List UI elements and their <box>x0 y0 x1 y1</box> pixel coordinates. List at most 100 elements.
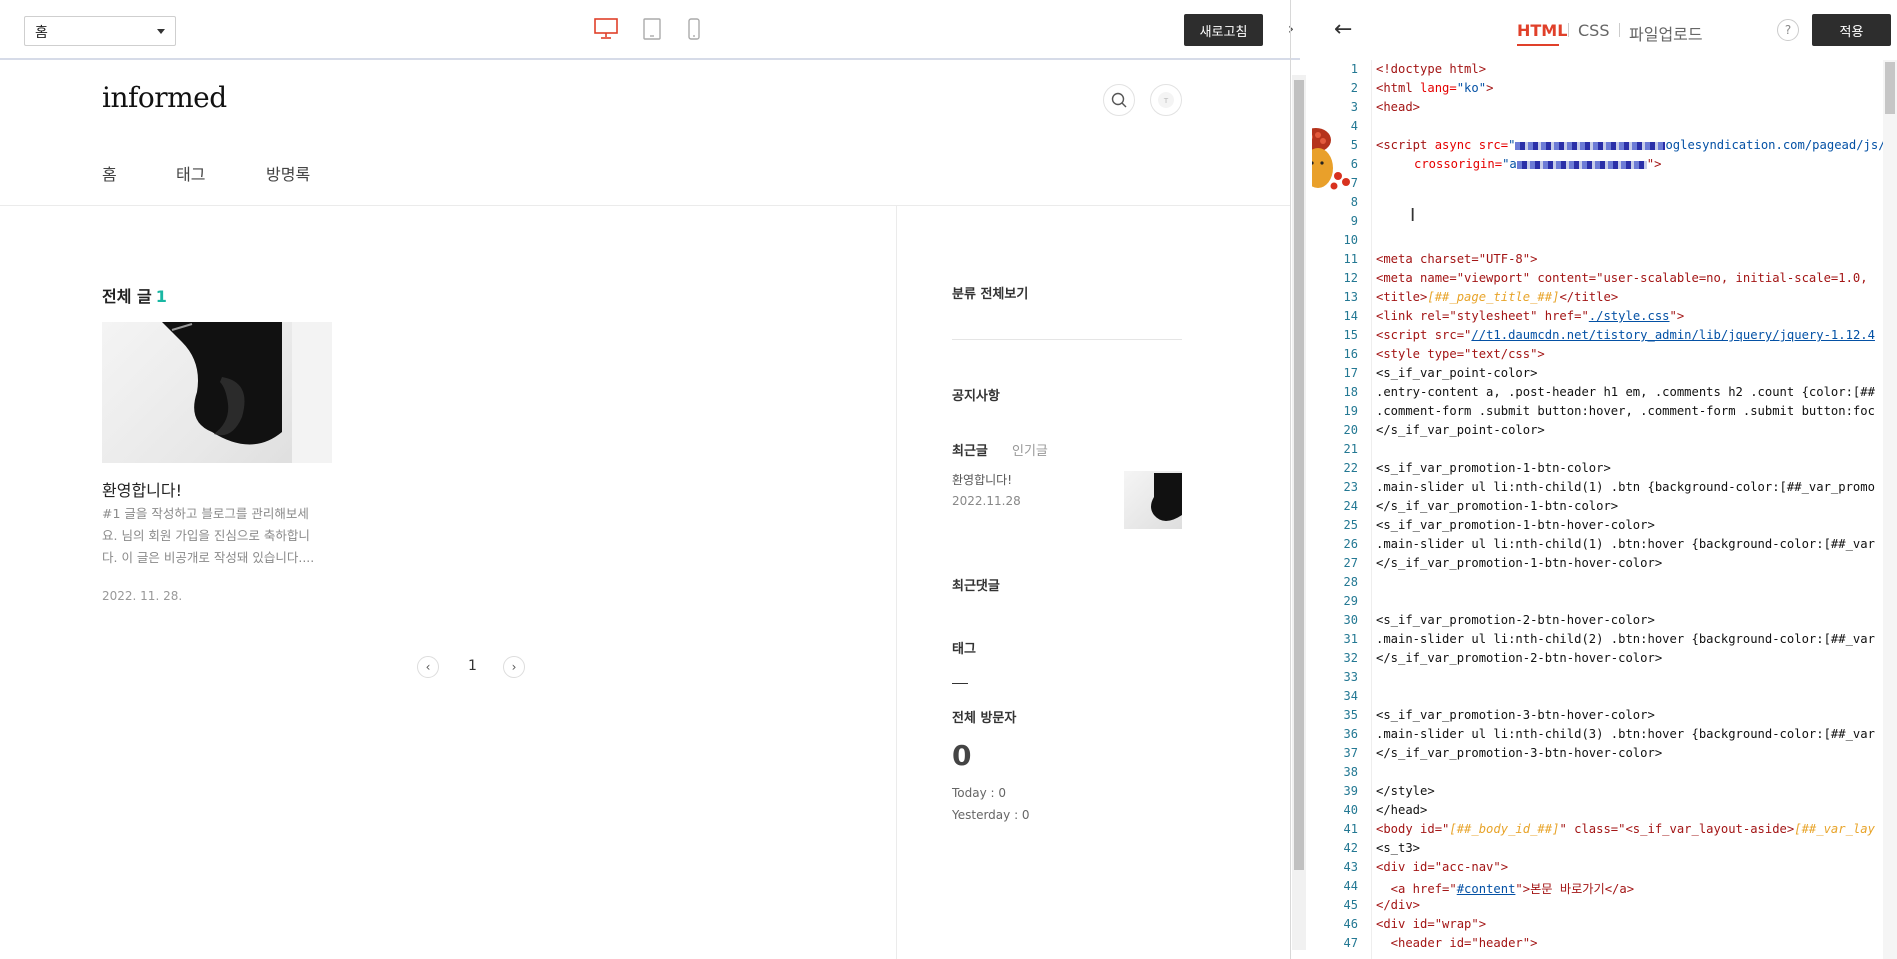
code-line[interactable]: <html lang="ko"> <box>1376 81 1493 95</box>
current-page[interactable]: 1 <box>468 658 477 674</box>
nav-home[interactable]: 홈 <box>102 161 117 185</box>
avatar-icon: T <box>1158 92 1174 108</box>
redacted-text <box>1515 141 1666 150</box>
sidebar-rule <box>952 339 1182 340</box>
code-line[interactable]: </s_if_var_promotion-1-btn-color> <box>1376 499 1618 513</box>
code-line[interactable]: <script async src=" oglesyndication.com/p… <box>1376 138 1893 152</box>
code-line[interactable]: <meta name="viewport" content="user-scal… <box>1376 271 1868 285</box>
prev-page-button[interactable]: ‹ <box>417 656 439 678</box>
category-link[interactable]: 분류 전체보기 <box>952 283 1028 302</box>
code-line[interactable]: .main-slider ul li:nth-child(1) .btn {ba… <box>1376 480 1875 494</box>
code-line[interactable]: <meta charset="UTF-8"> <box>1376 252 1537 266</box>
line-number: 8 <box>1350 195 1358 209</box>
tab-separator <box>1568 23 1569 37</box>
blog-logo[interactable]: informed <box>102 81 227 114</box>
code-line[interactable]: <s_if_var_point-color> <box>1376 366 1537 380</box>
pane-divider[interactable] <box>1290 0 1291 959</box>
sidebar-divider <box>896 206 897 959</box>
scroll-thumb[interactable] <box>1885 62 1895 114</box>
line-number-row: 29 <box>1312 594 1897 613</box>
tablet-icon[interactable] <box>643 18 661 40</box>
code-line[interactable]: <!doctype html> <box>1376 62 1486 76</box>
code-line[interactable]: <div id="wrap"> <box>1376 917 1486 931</box>
code-line[interactable]: </s_if_var_promotion-2-btn-hover-color> <box>1376 651 1662 665</box>
code-line[interactable]: .entry-content a, .post-header h1 em, .c… <box>1376 385 1875 399</box>
mascot-sticker-icon <box>1312 128 1350 190</box>
code-line[interactable]: .main-slider ul li:nth-child(3) .btn:hov… <box>1376 727 1875 741</box>
svg-text:T: T <box>1163 97 1169 105</box>
desktop-icon[interactable] <box>594 18 618 40</box>
popular-posts-tab[interactable]: 인기글 <box>1012 440 1048 459</box>
code-line[interactable]: </s_if_var_point-color> <box>1376 423 1545 437</box>
visitor-dash <box>952 683 968 684</box>
apply-button[interactable]: 적용 <box>1812 14 1891 46</box>
visitors-title: 전체 방문자 <box>952 711 1017 726</box>
code-line[interactable]: .main-slider ul li:nth-child(1) .btn:hov… <box>1376 537 1875 551</box>
line-number-row: 8 <box>1312 195 1897 214</box>
profile-button[interactable]: T <box>1150 84 1182 116</box>
code-line[interactable]: <s_if_var_promotion-1-btn-color> <box>1376 461 1611 475</box>
post-count: 1 <box>155 287 167 306</box>
code-line[interactable]: <script src="//t1.daumcdn.net/tistory_ad… <box>1376 328 1875 342</box>
visitors-yesterday: Yesterday : 0 <box>952 808 1030 822</box>
editor-pane: ← HTML CSS 파일업로드 ? 적용 1 2 3 4 5 6 7 8 9 10 11 12 13 1… <box>1312 0 1897 959</box>
line-number-row: 10 <box>1312 233 1897 252</box>
section-title: 전체 글1 <box>102 283 167 307</box>
code-line[interactable]: </s_if_var_promotion-3-btn-hover-color> <box>1376 746 1662 760</box>
tab-css[interactable]: CSS <box>1578 21 1609 40</box>
nav-guestbook[interactable]: 방명록 <box>266 161 310 185</box>
code-line[interactable]: <s_if_var_promotion-3-btn-hover-color> <box>1376 708 1655 722</box>
mobile-icon[interactable] <box>688 18 700 40</box>
tab-file-upload[interactable]: 파일업로드 <box>1629 21 1703 45</box>
recent-posts-tab[interactable]: 최근글 <box>952 440 988 459</box>
page-select[interactable]: 홈 <box>24 16 176 46</box>
line-number-row: 38 <box>1312 765 1897 784</box>
code-line[interactable]: <title>[##_page_title_##]</title> <box>1376 290 1618 304</box>
search-icon <box>1111 92 1127 108</box>
scroll-thumb[interactable] <box>1294 80 1304 870</box>
code-line[interactable]: crossorigin="a "> <box>1414 157 1661 171</box>
code-line[interactable]: <s_if_var_promotion-1-btn-hover-color> <box>1376 518 1655 532</box>
back-arrow-icon[interactable]: ← <box>1334 17 1352 42</box>
post-title[interactable]: 환영합니다! <box>102 477 182 501</box>
post-thumbnail[interactable] <box>102 322 332 463</box>
preview-scrollbar[interactable] <box>1292 75 1306 950</box>
editor-scrollbar[interactable] <box>1883 60 1897 959</box>
code-line[interactable]: </head> <box>1376 803 1427 817</box>
code-line[interactable]: <s_t3> <box>1376 841 1420 855</box>
code-line[interactable]: .main-slider ul li:nth-child(2) .btn:hov… <box>1376 632 1875 646</box>
recent-post-thumbnail[interactable] <box>1124 471 1182 529</box>
code-editor[interactable]: 1 2 3 4 5 6 7 8 9 10 11 12 13 14 15 16 17 18 19 20 21 22 23 24 2… <box>1312 60 1897 959</box>
line-number-row: 34 <box>1312 689 1897 708</box>
help-button[interactable]: ? <box>1777 19 1799 41</box>
visitors-today: Today : 0 <box>952 786 1007 800</box>
collapse-panel-button[interactable]: › <box>1282 0 1300 60</box>
code-line[interactable]: </div> <box>1376 898 1420 912</box>
line-number-row: 21 <box>1312 442 1897 461</box>
tab-html[interactable]: HTML <box>1517 21 1567 40</box>
nav-tags[interactable]: 태그 <box>176 161 205 185</box>
code-line[interactable]: <div id="acc-nav"> <box>1376 860 1508 874</box>
notice-heading: 공지사항 <box>952 389 1000 404</box>
code-line[interactable]: <style type="text/css"> <box>1376 347 1545 361</box>
line-number: 29 <box>1343 594 1358 608</box>
code-line[interactable]: .comment-form .submit button:hover, .com… <box>1376 404 1875 418</box>
line-number-row: 28 <box>1312 575 1897 594</box>
code-line[interactable]: <body id="[##_body_id_##]" class="<s_if_… <box>1376 822 1875 836</box>
active-tab-indicator <box>1517 44 1559 46</box>
code-line[interactable]: <header id="header"> <box>1376 936 1538 950</box>
page-select-value: 홈 <box>35 25 48 41</box>
recent-post-title[interactable]: 환영합니다! <box>952 471 1012 488</box>
refresh-button[interactable]: 새로고침 <box>1184 14 1263 46</box>
search-button[interactable] <box>1103 84 1135 116</box>
code-line[interactable]: <s_if_var_promotion-2-btn-hover-color> <box>1376 613 1655 627</box>
tags-heading: 태그 <box>952 642 976 657</box>
code-line[interactable]: <a href="#content">본문 바로가기</a> <box>1376 879 1634 897</box>
code-line[interactable]: </style> <box>1376 784 1435 798</box>
code-line[interactable]: <link rel="stylesheet" href="./style.css… <box>1376 309 1684 323</box>
code-line[interactable]: <head> <box>1376 100 1420 114</box>
line-number: 38 <box>1343 765 1358 779</box>
next-page-button[interactable]: › <box>503 656 525 678</box>
text-cursor-icon: I <box>1410 205 1416 226</box>
code-line[interactable]: </s_if_var_promotion-1-btn-hover-color> <box>1376 556 1662 570</box>
